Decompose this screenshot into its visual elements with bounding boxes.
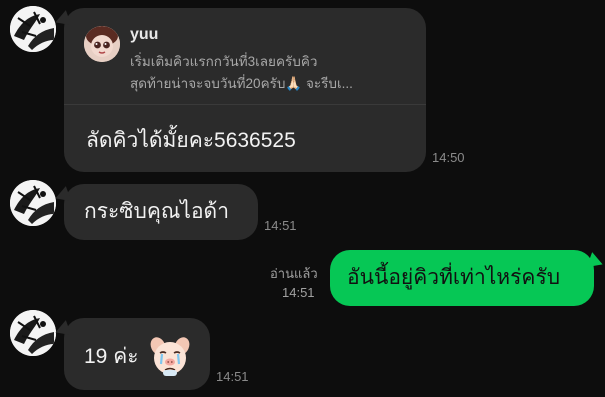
chat-view: yuu เริ่มเติมคิวแรกกวันที่3เลยครับคิว สุ… <box>0 0 605 397</box>
message-timestamp: 14:50 <box>432 150 465 165</box>
message-timestamp: 14:51 <box>282 285 315 300</box>
message-timestamp: 14:51 <box>264 218 297 233</box>
message-text: 19 ค่ะ <box>84 345 139 368</box>
outgoing-message-bubble[interactable]: อันนี้อยู่คิวที่เท่าไหร่ครับ <box>330 250 594 306</box>
reply-sender-name: yuu <box>130 26 159 43</box>
crying-pig-sticker-icon <box>148 334 192 383</box>
reply-preview-truncated: จะรีบเ... <box>306 76 353 91</box>
reply-message-bubble[interactable]: yuu เริ่มเติมคิวแรกกวันที่3เลยครับคิว สุ… <box>64 8 426 172</box>
reply-preview-text: สุดท้ายน่าจะจบวันที่20ครับ <box>130 76 286 91</box>
reply-preview-line-2: สุดท้ายน่าจะจบวันที่20ครับ🙏🏻 จะรีบเ... <box>130 72 353 94</box>
contact-avatar[interactable] <box>10 180 56 226</box>
read-receipt: อ่านแล้ว <box>270 266 318 281</box>
contact-avatar[interactable] <box>10 6 56 52</box>
message-text: กระซิบคุณไอด้า <box>84 200 229 223</box>
message-bubble[interactable]: กระซิบคุณไอด้า <box>64 184 258 240</box>
reply-avatar <box>84 26 120 62</box>
praying-hands-icon: 🙏🏻 <box>285 76 303 91</box>
contact-avatar[interactable] <box>10 310 56 356</box>
message-timestamp: 14:51 <box>216 369 249 384</box>
reply-preview-line-1: เริ่มเติมคิวแรกกวันที่3เลยครับคิว <box>130 54 318 69</box>
message-text: อันนี้อยู่คิวที่เท่าไหร่ครับ <box>347 266 561 289</box>
message-text: ลัดคิวได้มั้ยคะ5636525 <box>86 129 296 152</box>
reply-preview[interactable]: yuu เริ่มเติมคิวแรกกวันที่3เลยครับคิว สุ… <box>64 8 426 105</box>
message-bubble[interactable]: 19 ค่ะ <box>64 318 210 390</box>
